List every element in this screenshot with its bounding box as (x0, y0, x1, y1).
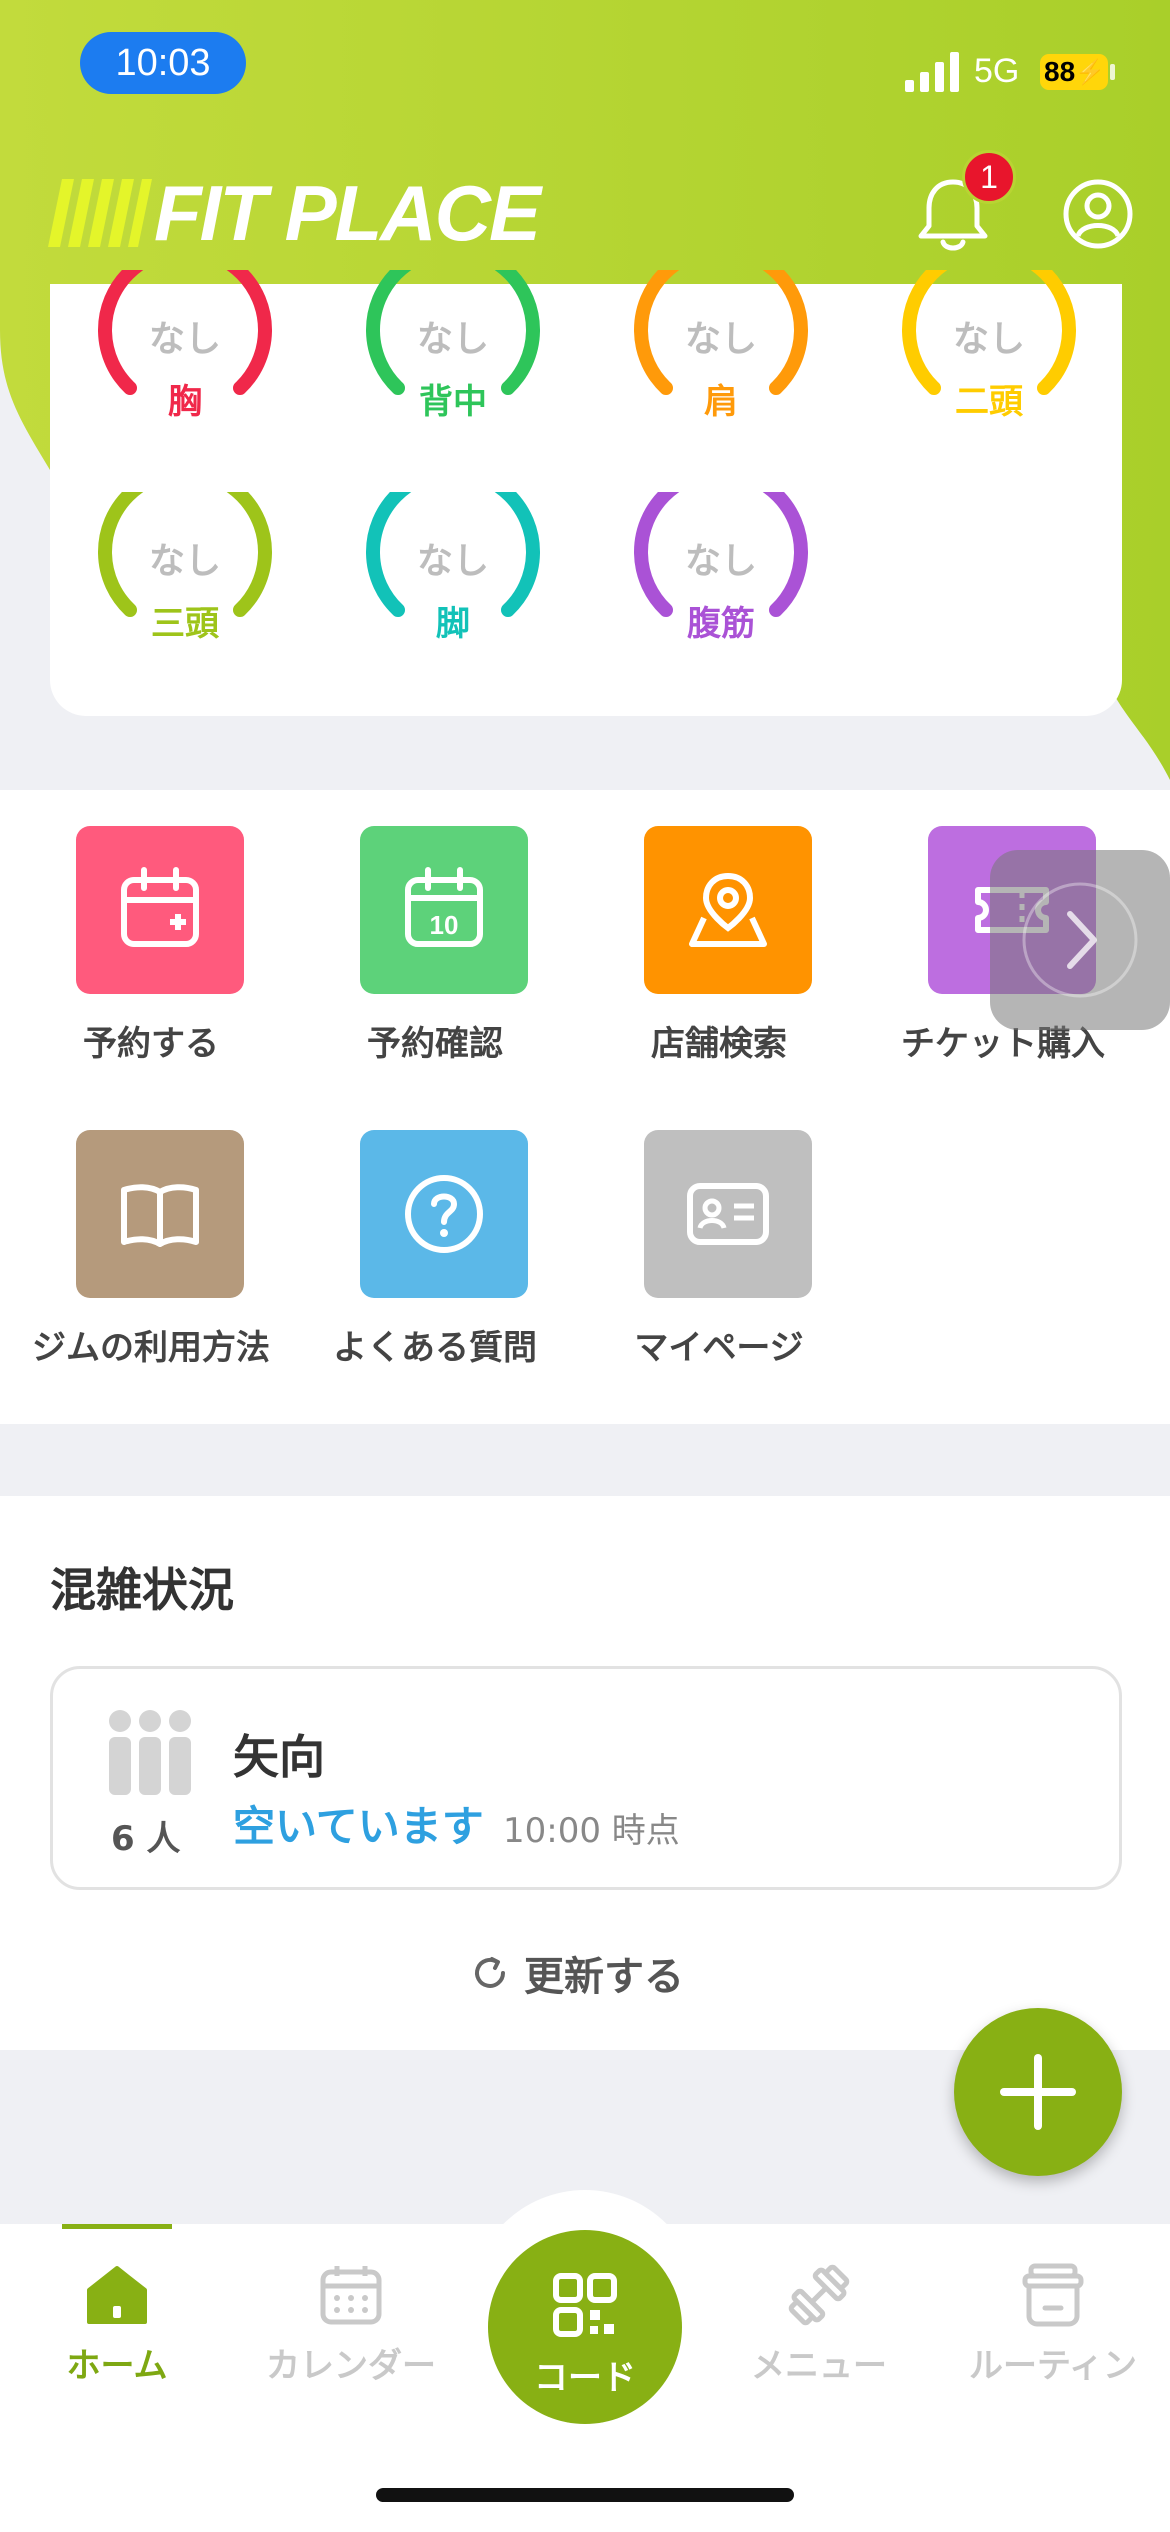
gauge-value: なし (684, 541, 757, 582)
menu-mypage[interactable]: マイページ (574, 1094, 864, 1368)
menu-gym-guide[interactable]: ジムの利用方法 (6, 1094, 296, 1368)
menu-reservation-check[interactable]: 10 予約確認 (290, 790, 580, 1064)
menu-label: 予約確認 (367, 1024, 503, 1064)
menu-label: よくある質問 (333, 1328, 537, 1368)
refresh-icon (475, 1957, 505, 1988)
battery-level: 88 (1044, 56, 1076, 87)
charging-bolt-icon: ⚡ (1075, 58, 1106, 86)
notification-badge: 1 (962, 150, 1016, 204)
plus-icon (1000, 2054, 1076, 2130)
calendar-check-icon: 10 (360, 826, 528, 994)
gauge-value: なし (148, 319, 221, 360)
nav-home[interactable]: ホーム (0, 2262, 234, 2387)
gauge-abs[interactable]: なし 腹筋 (626, 492, 816, 662)
gauge-label: 胸 (168, 382, 202, 422)
menu-label: マイページ (634, 1328, 804, 1368)
calendar-day: 10 (430, 910, 459, 940)
crowd-status-section: 混雑状況 6 人 矢向 空いています 10:00 時点 更新する (0, 1496, 1170, 2050)
calendar-plus-icon (76, 826, 244, 994)
gauge-label: 三頭 (151, 604, 219, 644)
menu-label: 店舗検索 (651, 1024, 787, 1064)
gauge-label: 二頭 (955, 382, 1023, 422)
nav-routine[interactable]: ルーティン (936, 2262, 1170, 2387)
nav-label: メニュー (751, 2346, 887, 2386)
menu-label: ジムの利用方法 (32, 1328, 270, 1368)
store-name: 矢向 (233, 1730, 325, 1784)
book-icon (76, 1130, 244, 1298)
nav-label: カレンダー (266, 2346, 436, 2386)
gauge-label: 肩 (704, 382, 738, 422)
nav-label: ルーティン (969, 2346, 1137, 2386)
gauge-label: 脚 (436, 604, 470, 644)
id-card-icon (644, 1130, 812, 1298)
home-indicator (376, 2488, 794, 2502)
calendar-icon (320, 2266, 382, 2325)
menu-label: 予約する (83, 1024, 219, 1064)
dumbbell-icon (788, 2264, 850, 2326)
gauge-label: 腹筋 (687, 604, 755, 644)
network-type: 5G (974, 52, 1020, 90)
home-icon (87, 2266, 147, 2324)
qr-code-icon (553, 2273, 617, 2337)
gauge-chest[interactable]: なし 胸 (90, 270, 280, 440)
nav-calendar[interactable]: カレンダー (234, 2262, 468, 2387)
logo-text: FIT PLACE (154, 168, 541, 257)
status-timestamp: 10:00 時点 (503, 1811, 680, 1851)
gauge-legs[interactable]: なし 脚 (358, 492, 548, 662)
routine-box-icon (1022, 2263, 1084, 2327)
cellular-signal-icon (905, 52, 959, 92)
question-icon (360, 1130, 528, 1298)
refresh-button[interactable]: 更新する (470, 1944, 684, 2002)
section-title: 混雑状況 (50, 1563, 234, 1617)
gauge-back[interactable]: なし 背中 (358, 270, 548, 440)
app-logo: FIT PLACE (48, 169, 541, 257)
menu-faq[interactable]: よくある質問 (290, 1094, 580, 1368)
gauge-value: なし (416, 319, 489, 360)
crowd-status: 空いています (233, 1802, 484, 1851)
menu-reserve[interactable]: 予約する (6, 790, 296, 1064)
user-account-icon[interactable] (1062, 178, 1134, 250)
logo-stripes-icon (48, 179, 152, 247)
nav-label: ホーム (66, 2346, 168, 2386)
chevron-right-icon (1022, 882, 1138, 998)
nav-code[interactable]: コード (488, 2230, 682, 2424)
gauge-label: 背中 (419, 382, 487, 422)
gauge-shoulder[interactable]: なし 肩 (626, 270, 816, 440)
gauge-value: なし (684, 319, 757, 360)
add-button[interactable] (954, 2008, 1122, 2176)
nav-menu[interactable]: メニュー (702, 2262, 936, 2387)
crowd-status-card[interactable]: 6 人 矢向 空いています 10:00 時点 (50, 1666, 1122, 1890)
menu-store-search[interactable]: 店舗検索 (574, 790, 864, 1064)
scroll-next-button[interactable] (990, 850, 1170, 1030)
status-time: 10:03 (80, 32, 246, 94)
muscle-progress-card: なし 胸 なし 背中 なし 肩 なし 二頭 なし 三頭 なし 脚 なし 腹筋 (50, 270, 1122, 716)
gauge-triceps[interactable]: なし 三頭 (90, 492, 280, 662)
gauge-value: なし (952, 319, 1025, 360)
battery-tip (1110, 64, 1115, 80)
gauge-value: なし (148, 541, 221, 582)
nav-label: コード (534, 2358, 636, 2398)
active-tab-indicator (62, 2224, 172, 2229)
gauge-value: なし (416, 541, 489, 582)
gauge-biceps[interactable]: なし 二頭 (894, 270, 1084, 440)
people-icon (109, 1710, 191, 1795)
refresh-label: 更新する (524, 1954, 684, 2000)
map-pin-icon (644, 826, 812, 994)
battery-indicator: 88 ⚡ (1040, 54, 1108, 90)
people-count: 6 人 (111, 1819, 181, 1859)
